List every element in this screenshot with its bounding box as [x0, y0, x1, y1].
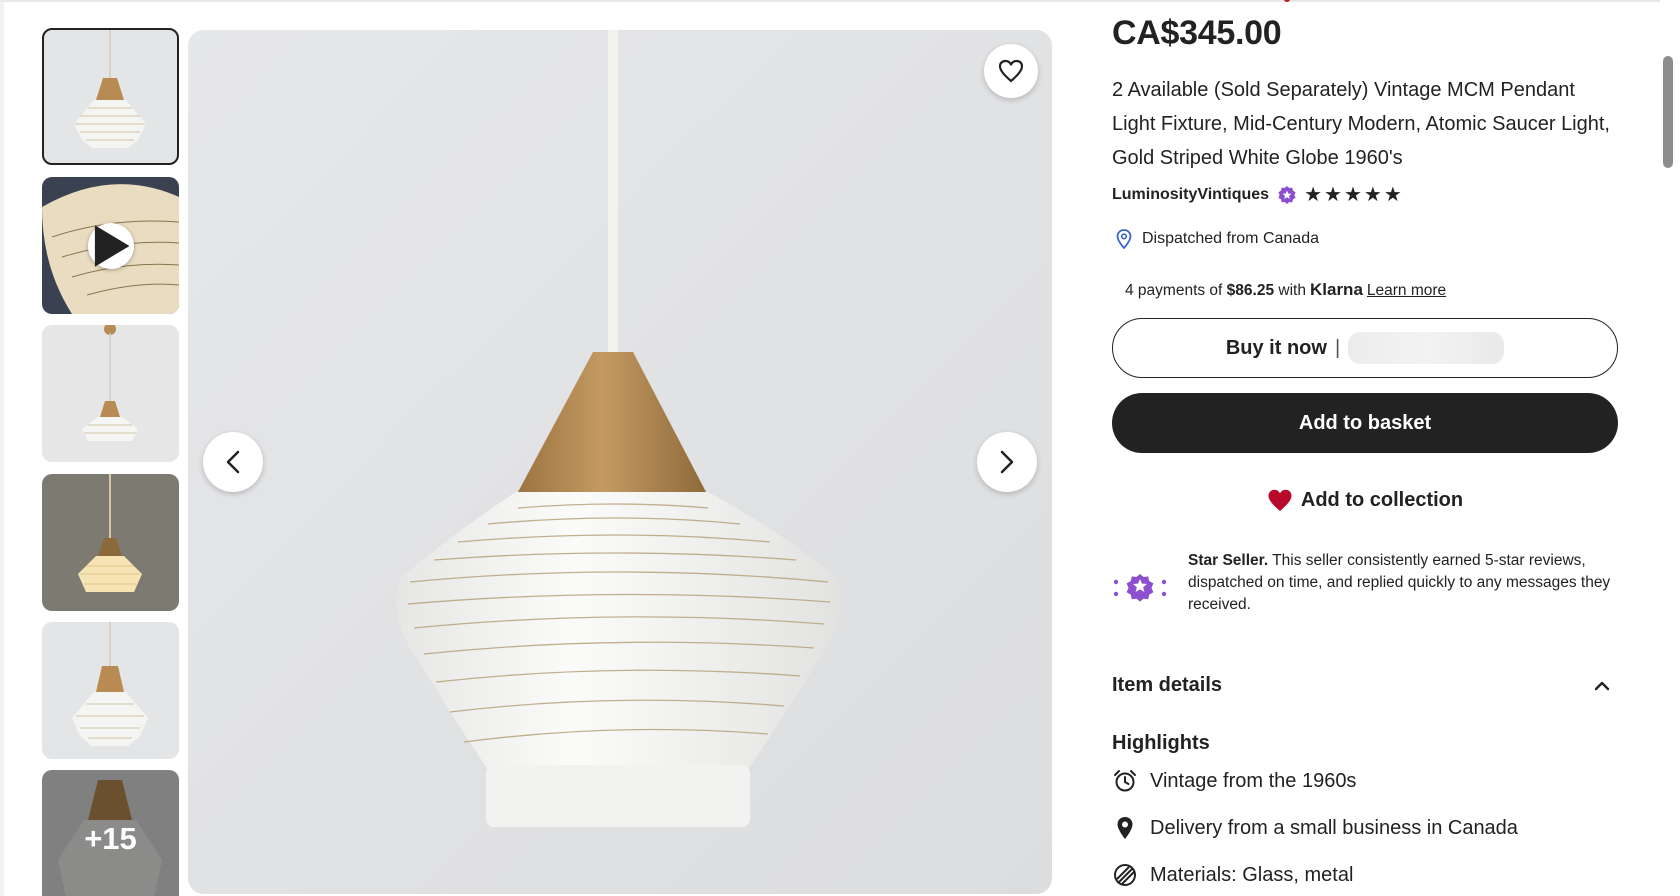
star-icon: ★	[1324, 184, 1342, 206]
klarna-learn-more-link[interactable]: Learn more	[1367, 282, 1446, 300]
play-icon	[88, 223, 134, 269]
thumbnail-more[interactable]: +15	[42, 770, 179, 896]
add-to-collection-label: Add to collection	[1300, 488, 1464, 511]
klarna-payments: 4 payments of $86.25 with Klarna Learn m…	[1125, 280, 1446, 300]
location-pin-icon	[1116, 229, 1132, 249]
next-image-button[interactable]	[977, 432, 1037, 492]
page-scrollbar-thumb[interactable]	[1663, 56, 1673, 168]
highlight-text: Materials: Glass, metal	[1150, 863, 1354, 886]
previous-image-button[interactable]	[203, 432, 263, 492]
star-seller-info: Star Seller. This seller consistently ea…	[1112, 550, 1618, 616]
highlight-text: Vintage from the 1960s	[1150, 769, 1357, 792]
star-icon: ★	[1363, 184, 1382, 206]
klarna-prefix: 4 payments of	[1125, 282, 1223, 299]
klarna-amount: $86.25	[1226, 282, 1275, 299]
page-edge	[0, 0, 4, 896]
star-seller-icon	[1113, 574, 1167, 602]
add-to-basket-button[interactable]: Add to basket	[1112, 393, 1618, 453]
highlights-heading: Highlights	[1112, 732, 1210, 754]
item-details-heading: Item details	[1112, 674, 1223, 696]
chevron-right-icon	[1000, 450, 1014, 474]
thumbnail-5[interactable]	[42, 622, 179, 759]
buy-now-separator: |	[1334, 336, 1341, 359]
dispatch-text: Dispatched from Canada	[1142, 230, 1319, 247]
highlight-item: Delivery from a small business in Canada	[1112, 815, 1518, 841]
thumbnail-4[interactable]	[42, 474, 179, 611]
star-icon: ★	[1304, 184, 1322, 206]
shop-row: LuminosityVintiques ★ ★ ★ ★ ★	[1112, 183, 1402, 207]
highlight-text: Delivery from a small business in Canada	[1150, 816, 1518, 839]
dispatch-info: Dispatched from Canada	[1116, 229, 1319, 249]
alarm-clock-icon	[1114, 770, 1136, 792]
chevron-up-icon	[1594, 681, 1610, 690]
star-seller-badge-icon	[1278, 186, 1296, 204]
heart-outline-icon	[998, 59, 1024, 83]
highlight-item: Vintage from the 1960s	[1112, 768, 1356, 794]
shop-name-link[interactable]: LuminosityVintiques	[1112, 186, 1269, 204]
klarna-logo: Klarna	[1309, 280, 1363, 299]
klarna-with: with	[1278, 282, 1306, 299]
rating-stars[interactable]: ★ ★ ★ ★ ★	[1304, 185, 1402, 205]
thumbnail-video[interactable]	[42, 177, 179, 314]
favorite-button[interactable]	[984, 44, 1038, 98]
star-icon: ★	[1343, 184, 1362, 206]
thumbnail-1[interactable]	[42, 28, 179, 165]
main-product-image[interactable]	[188, 30, 1052, 894]
star-icon: ★	[1383, 184, 1402, 206]
product-title: 2 Available (Sold Separately) Vintage MC…	[1112, 79, 1610, 169]
item-details-toggle[interactable]: Item details	[1112, 674, 1618, 697]
blurred-payment-logo	[1348, 332, 1505, 364]
more-images-label: +15	[42, 770, 179, 896]
buy-it-now-button[interactable]: Buy it now |	[1112, 318, 1618, 378]
star-seller-description: Star Seller. This seller consistently ea…	[1188, 550, 1618, 616]
price: CA$345.00	[1112, 14, 1282, 52]
add-to-collection-button[interactable]: Add to collection	[1112, 480, 1618, 520]
thumbnail-3[interactable]	[42, 325, 179, 462]
buy-it-now-label: Buy it now	[1225, 336, 1327, 359]
materials-icon	[1114, 864, 1136, 886]
highlight-item: Materials: Glass, metal	[1112, 862, 1353, 888]
page-edge-top	[0, 0, 1680, 2]
star-seller-title: Star Seller.	[1188, 552, 1269, 569]
heart-filled-icon	[1268, 489, 1292, 511]
location-pin-icon	[1117, 817, 1133, 839]
chevron-left-icon	[226, 450, 240, 474]
